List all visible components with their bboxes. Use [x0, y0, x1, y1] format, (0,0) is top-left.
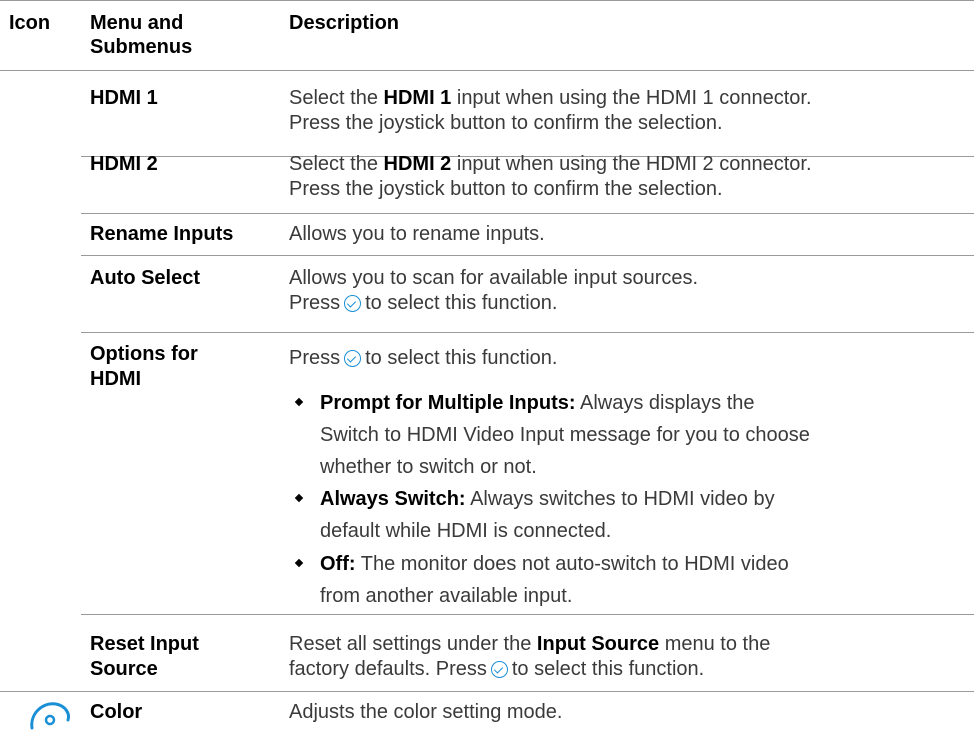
- table-top-border: [0, 0, 974, 1]
- bullet-icon: [294, 558, 304, 568]
- section-divider: [0, 691, 974, 692]
- color-palette-icon: [30, 702, 70, 730]
- desc-hdmi-2: Select the HDMI 2 input when using the H…: [289, 153, 812, 200]
- bullet-icon: [294, 397, 304, 407]
- row-divider: [81, 332, 974, 333]
- menu-reset-input-source: Reset Input Source: [90, 633, 199, 680]
- desc-options-for-hdmi: Press to select this function.: [289, 347, 558, 369]
- menu-hdmi-2: HDMI 2: [90, 153, 158, 175]
- desc-auto-select: Allows you to scan for available input s…: [289, 267, 699, 314]
- check-circle-icon: [344, 350, 362, 367]
- menu-hdmi-1: HDMI 1: [90, 87, 158, 109]
- option-always-switch: Always Switch: Always switches to HDMI v…: [320, 488, 775, 542]
- option-prompt-multiple-inputs: Prompt for Multiple Inputs: Always displ…: [320, 392, 810, 478]
- menu-color: Color: [90, 701, 143, 723]
- header-menu: Menu and Submenus: [90, 12, 193, 58]
- check-circle-icon: [344, 295, 362, 312]
- desc-hdmi-1: Select the HDMI 1 input when using the H…: [289, 87, 812, 134]
- menu-rename-inputs: Rename Inputs: [90, 223, 234, 245]
- desc-rename-inputs: Allows you to rename inputs.: [289, 223, 545, 245]
- bullet-icon: [294, 493, 304, 503]
- desc-color: Adjusts the color setting mode.: [289, 701, 563, 723]
- check-circle-icon: [490, 661, 508, 678]
- row-divider: [81, 255, 974, 256]
- menu-options-for-hdmi: Options for HDMI: [90, 343, 198, 390]
- menu-auto-select: Auto Select: [90, 267, 201, 289]
- row-divider: [81, 213, 974, 214]
- header-icon: Icon: [9, 12, 51, 34]
- header-divider: [0, 70, 974, 71]
- header-description: Description: [289, 12, 400, 34]
- desc-reset-input-source: Reset all settings under the Input Sourc…: [289, 633, 771, 680]
- row-divider: [81, 614, 974, 615]
- option-off: Off: The monitor does not auto-switch to…: [320, 553, 789, 607]
